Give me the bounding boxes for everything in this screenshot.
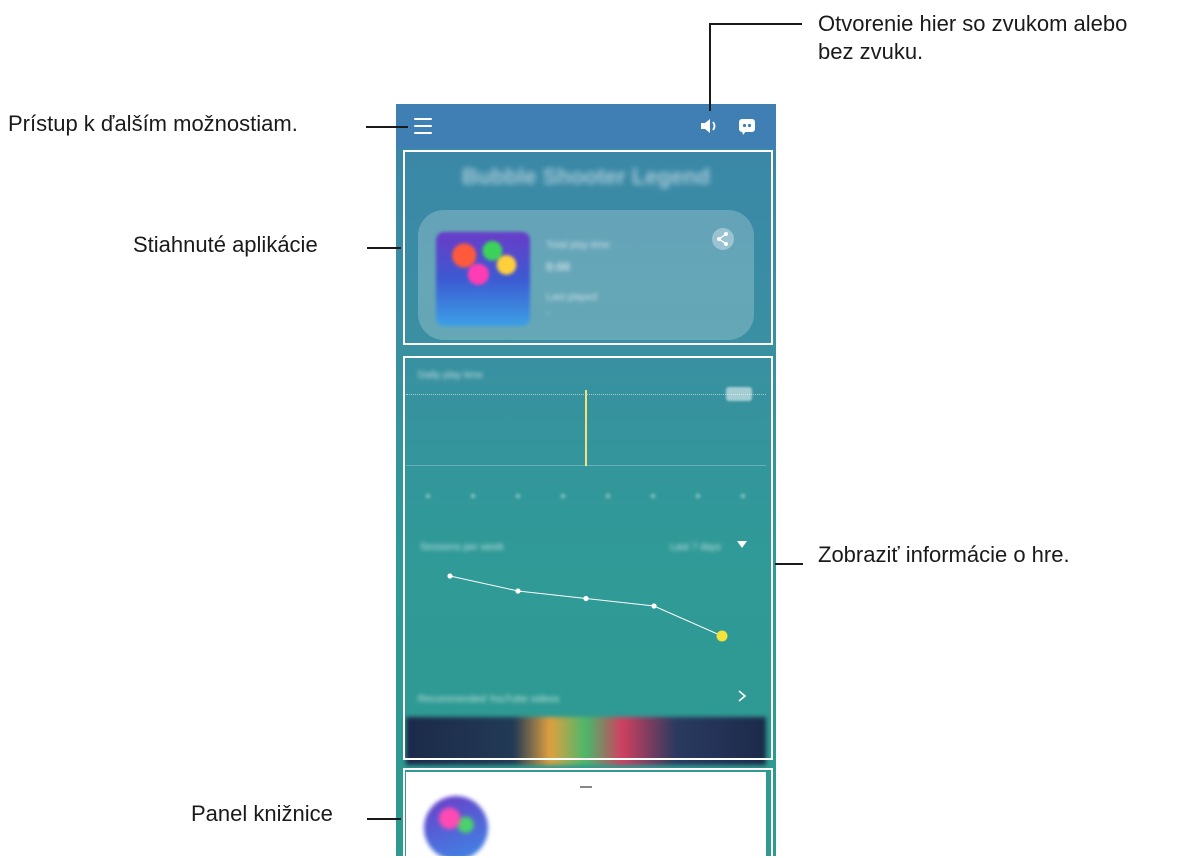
callout-downloaded-apps: Stiahnuté aplikácie: [133, 232, 318, 257]
leader-line-info: [775, 563, 803, 565]
callout-game-info: Zobraziť informácie o hre.: [818, 542, 1070, 567]
leader-line-sound-v: [709, 23, 711, 111]
callout-sound-line2: bez zvuku.: [818, 38, 924, 64]
callout-sound-line1: Otvorenie hier so zvukom alebo: [818, 11, 1128, 36]
callout-sound: Otvorenie hier so zvukom alebo bez zvuku…: [818, 10, 1127, 65]
top-bar: [396, 104, 776, 148]
callout-library-panel: Panel knižnice: [191, 801, 333, 826]
downloaded-apps-frame: [403, 150, 773, 345]
leader-line-library: [367, 818, 401, 820]
menu-icon[interactable]: [414, 118, 432, 134]
discord-icon[interactable]: [736, 115, 758, 137]
sound-icon[interactable]: [698, 115, 720, 137]
game-info-frame: [403, 356, 773, 760]
leader-line-menu: [366, 126, 408, 128]
library-panel-frame: [403, 768, 773, 858]
callout-more-options: Prístup k ďalším možnostiam.: [8, 111, 298, 136]
leader-line-apps: [367, 247, 401, 249]
leader-line-sound-h: [710, 23, 802, 25]
